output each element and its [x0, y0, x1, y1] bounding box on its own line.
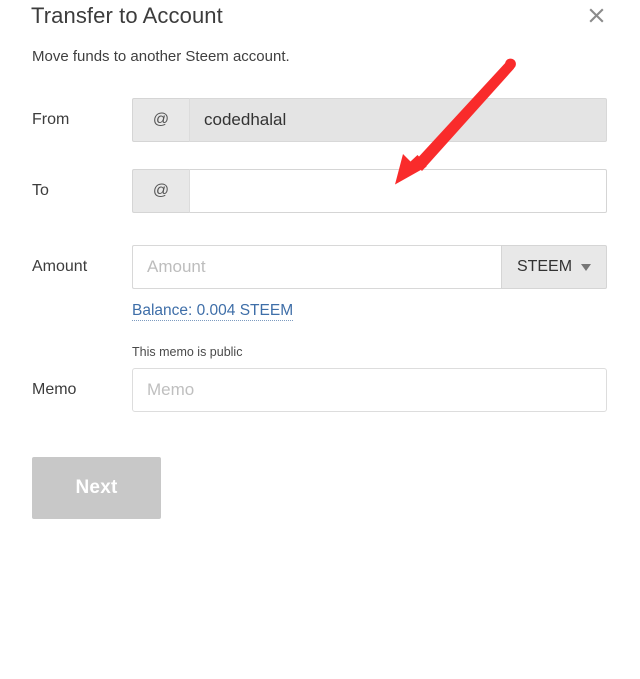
amount-row: Amount STEEM: [0, 245, 640, 289]
to-account-input[interactable]: [190, 169, 607, 213]
to-row: To @: [0, 169, 640, 213]
memo-row: Memo: [0, 368, 640, 412]
at-prefix-icon: @: [132, 169, 190, 213]
transfer-dialog: Transfer to Account Move funds to anothe…: [0, 0, 640, 679]
page-title: Transfer to Account: [31, 3, 223, 28]
close-icon[interactable]: [583, 2, 609, 28]
asset-select[interactable]: STEEM: [501, 245, 607, 289]
from-control: @: [132, 98, 640, 142]
at-prefix-icon: @: [132, 98, 190, 142]
from-label: From: [32, 111, 70, 128]
next-button[interactable]: Next: [32, 457, 161, 519]
amount-control: STEEM: [132, 245, 640, 289]
dialog-header: Transfer to Account Move funds to anothe…: [0, 0, 640, 84]
memo-control: [132, 368, 640, 412]
amount-input[interactable]: [132, 245, 501, 289]
to-input-group: @: [132, 169, 607, 213]
to-control: @: [132, 169, 640, 213]
chevron-down-icon: [581, 263, 592, 271]
amount-input-group: STEEM: [132, 245, 607, 289]
balance-link[interactable]: Balance: 0.004 STEEM: [132, 301, 294, 321]
asset-select-value: STEEM: [516, 258, 573, 275]
from-row: From @: [0, 98, 640, 142]
memo-label: Memo: [32, 381, 77, 398]
amount-label: Amount: [32, 258, 88, 275]
from-input-group: @: [132, 98, 607, 142]
dialog-subtitle: Move funds to another Steem account.: [32, 48, 290, 65]
from-account-input: [190, 98, 607, 142]
to-label: To: [32, 182, 49, 199]
memo-hint: This memo is public: [132, 345, 243, 359]
memo-input[interactable]: [132, 368, 607, 412]
